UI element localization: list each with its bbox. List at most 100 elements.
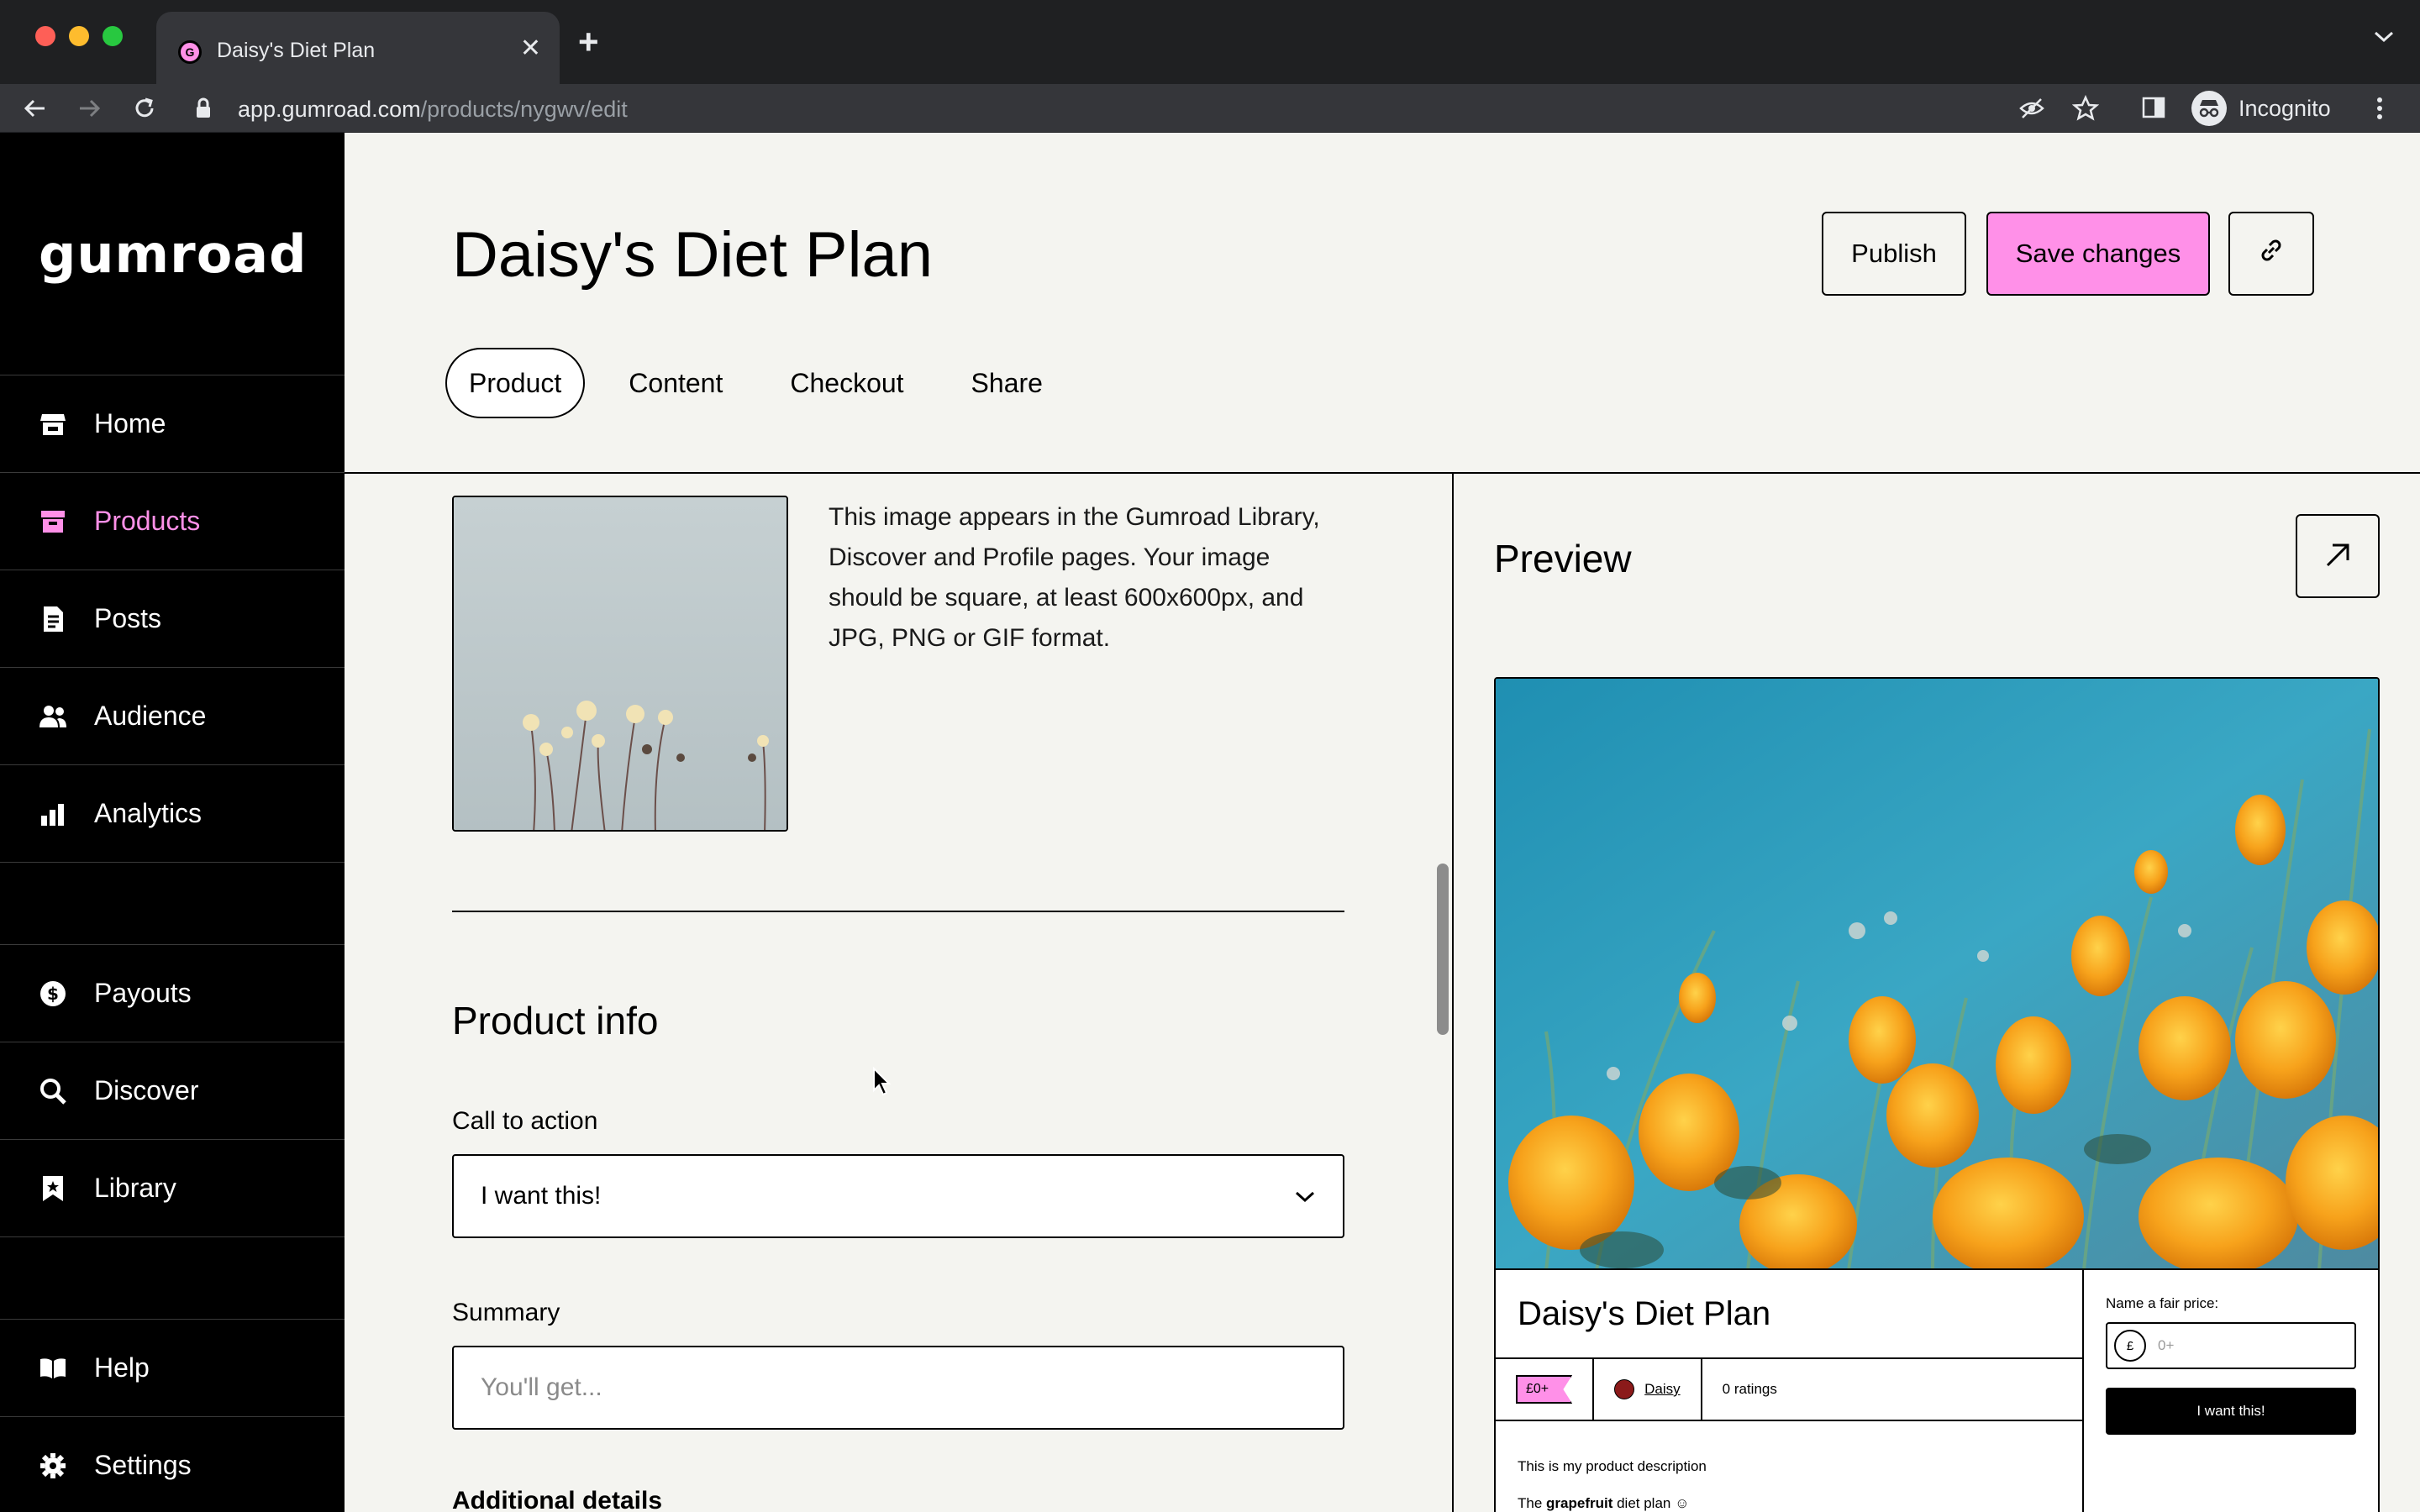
gear-icon	[39, 1452, 67, 1480]
sidebar-item-label: Audience	[94, 701, 207, 731]
chevron-down-icon	[1294, 1182, 1316, 1210]
preview-creator-cell: Daisy	[1594, 1359, 1702, 1420]
eye-off-icon[interactable]	[2018, 95, 2045, 126]
arrow-up-right-icon	[2323, 540, 2353, 573]
preview-description-line: The grapefruit diet plan ☺	[1518, 1485, 1707, 1512]
forward-icon[interactable]	[76, 95, 103, 122]
sidebar-item-label: Library	[94, 1173, 176, 1203]
link-icon	[2256, 235, 2286, 272]
product-editor: This image appears in the Gumroad Librar…	[345, 474, 1452, 1512]
address-bar[interactable]: app.gumroad.com/products/nygwv/edit	[238, 97, 628, 123]
fair-price-placeholder: 0+	[2158, 1337, 2175, 1353]
thumbnail-help-text: This image appears in the Gumroad Librar…	[829, 503, 1320, 652]
publish-button[interactable]: Publish	[1822, 212, 1966, 296]
call-to-action-value: I want this!	[481, 1182, 602, 1210]
side-panel-icon[interactable]	[2141, 95, 2166, 124]
products-icon	[39, 507, 67, 536]
thumbnail-image[interactable]	[452, 496, 788, 832]
section-divider	[452, 911, 1344, 912]
gumroad-logo[interactable]: Gumroad	[39, 223, 308, 285]
reload-icon[interactable]	[131, 95, 158, 122]
tab-share[interactable]: Share	[948, 348, 1066, 418]
currency-badge: £	[2114, 1330, 2146, 1362]
price-badge: £0+	[1516, 1375, 1573, 1404]
window-maximize-button[interactable]	[103, 26, 123, 46]
page-title: Daisy's Diet Plan	[452, 219, 934, 291]
lock-icon[interactable]	[195, 97, 212, 123]
save-changes-button[interactable]: Save changes	[1986, 212, 2210, 296]
sidebar-item-label: Products	[94, 506, 201, 536]
product-cover-image	[1496, 679, 2378, 1270]
preview-purchase-box: Name a fair price: £ 0+ I want this!	[2084, 1270, 2378, 1512]
bookmark-star-icon[interactable]	[2071, 94, 2100, 126]
search-icon	[39, 1077, 67, 1105]
call-to-action-select[interactable]: I want this!	[452, 1154, 1344, 1238]
svg-text:$: $	[47, 984, 59, 1004]
sidebar-item-home[interactable]: Home	[0, 375, 345, 472]
library-icon	[39, 1174, 67, 1203]
preview-meta-row: £0+ Daisy 0 ratings	[1496, 1357, 2082, 1421]
preview-panel: Preview Daisy's Diet Plan £0+ Daisy 0 ra…	[1452, 474, 2420, 1512]
browser-toolbar: app.gumroad.com/products/nygwv/edit Inco…	[0, 84, 2420, 133]
preview-ratings: 0 ratings	[1722, 1381, 1777, 1397]
preview-price-cell: £0+	[1496, 1359, 1595, 1420]
copy-link-button[interactable]	[2228, 212, 2314, 296]
sidebar-item-settings[interactable]: Settings	[0, 1416, 345, 1512]
sidebar-item-label: Posts	[94, 603, 162, 633]
product-header: Daisy's Diet Plan Publish Save changes P…	[345, 133, 2420, 474]
back-icon[interactable]	[22, 95, 49, 122]
browser-tab-bar: G Daisy's Diet Plan ✕ +	[0, 0, 2420, 84]
preview-description-text: The	[1518, 1495, 1547, 1511]
preview-heading: Preview	[1494, 537, 1632, 580]
incognito-label: Incognito	[2238, 95, 2331, 121]
close-tab-icon[interactable]: ✕	[520, 34, 541, 64]
help-icon	[39, 1354, 67, 1383]
sidebar-item-help[interactable]: Help	[0, 1319, 345, 1416]
window-minimize-button[interactable]	[69, 26, 89, 46]
sidebar-item-discover[interactable]: Discover	[0, 1042, 345, 1139]
creator-link[interactable]: Daisy	[1644, 1381, 1681, 1398]
i-want-this-button[interactable]: I want this!	[2106, 1388, 2356, 1435]
tab-checkout[interactable]: Checkout	[766, 348, 927, 418]
url-host: app.gumroad.com	[238, 97, 421, 122]
sidebar-item-audience[interactable]: Audience	[0, 667, 345, 764]
sidebar-item-products[interactable]: Products	[0, 472, 345, 570]
sidebar-item-posts[interactable]: Posts	[0, 570, 345, 667]
payouts-icon: $	[39, 979, 67, 1008]
additional-details-label: Additional details	[452, 1487, 663, 1512]
incognito-icon	[2191, 91, 2227, 126]
browser-tab[interactable]: G Daisy's Diet Plan ✕	[156, 12, 560, 84]
preview-description-line: This is my product description	[1518, 1458, 1707, 1474]
gumroad-favicon-icon: G	[178, 40, 202, 64]
browser-menu-icon[interactable]	[2375, 95, 2385, 126]
new-tab-icon[interactable]: +	[578, 22, 599, 62]
summary-input[interactable]: You'll get...	[452, 1346, 1344, 1430]
avatar	[1614, 1379, 1635, 1399]
mouse-cursor-icon	[873, 1067, 892, 1096]
window-close-button[interactable]	[35, 26, 55, 46]
sidebar-spacer	[0, 862, 345, 944]
audience-icon	[39, 702, 67, 731]
sidebar-item-analytics[interactable]: Analytics	[0, 764, 345, 862]
sidebar: Gumroad Home Products Posts Audience Ana…	[0, 133, 345, 1512]
fair-price-label: Name a fair price:	[2106, 1295, 2219, 1311]
sidebar-item-label: Help	[94, 1352, 150, 1383]
browser-tab-title: Daisy's Diet Plan	[217, 39, 376, 62]
sidebar-item-label: Analytics	[94, 798, 203, 828]
home-icon	[39, 410, 67, 438]
sidebar-item-payouts[interactable]: $ Payouts	[0, 944, 345, 1042]
sidebar-item-label: Discover	[94, 1075, 199, 1105]
sidebar-item-label: Home	[94, 408, 166, 438]
preview-product-name: Daisy's Diet Plan	[1518, 1295, 1771, 1332]
analytics-icon	[39, 800, 67, 828]
tab-content[interactable]: Content	[605, 348, 746, 418]
tab-list-chevron-icon[interactable]	[2373, 30, 2395, 48]
url-path: /products/nygwv/edit	[420, 97, 628, 122]
tab-product[interactable]: Product	[445, 348, 586, 418]
sidebar-item-library[interactable]: Library	[0, 1139, 345, 1236]
incognito-profile-button[interactable]: Incognito	[2191, 89, 2331, 128]
open-preview-button[interactable]	[2296, 514, 2380, 598]
fair-price-input[interactable]: £ 0+	[2106, 1322, 2356, 1369]
sidebar-item-label: Payouts	[94, 978, 192, 1008]
editor-scrollbar[interactable]	[1437, 864, 1449, 1035]
